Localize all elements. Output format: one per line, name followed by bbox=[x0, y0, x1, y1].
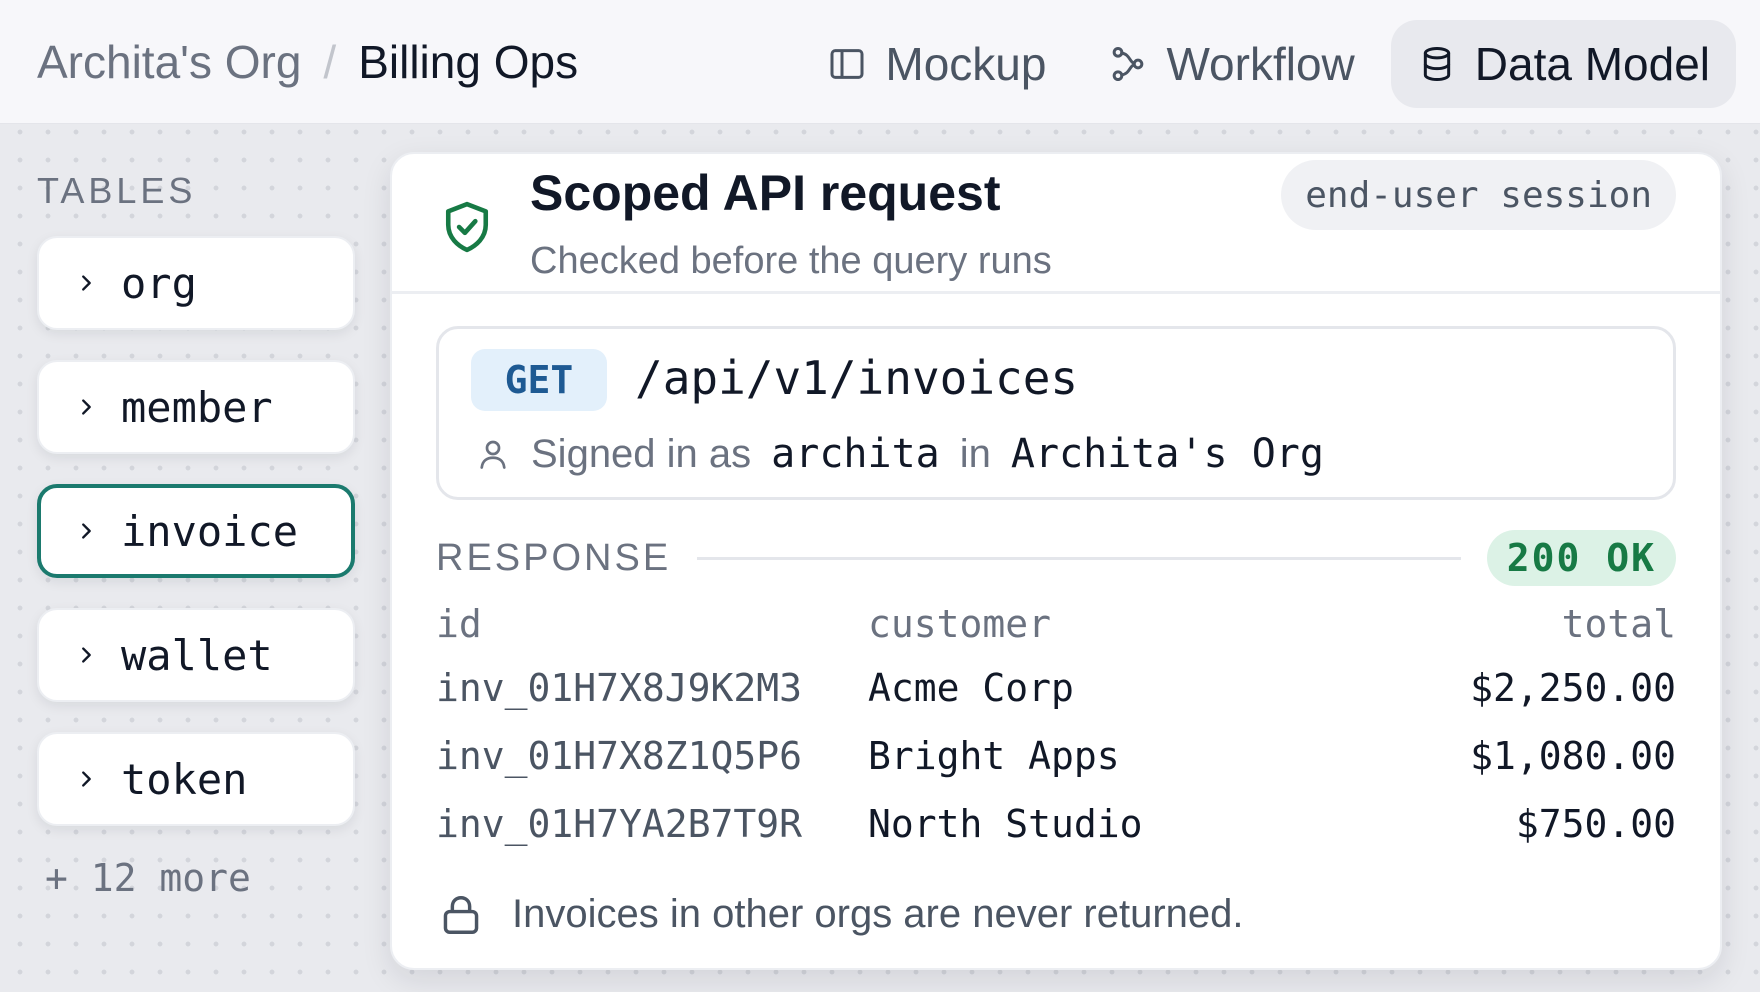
tables-heading: TABLES bbox=[37, 170, 197, 211]
divider bbox=[697, 556, 1461, 560]
table-row: inv_01H7YA2B7T9R North Studio $750.00 bbox=[436, 794, 1676, 862]
chevron-right-icon bbox=[82, 275, 91, 291]
table-item-label: wallet bbox=[121, 630, 273, 680]
response-table: id customer total inv_01H7X8J9K2M3 Acme … bbox=[436, 602, 1676, 862]
signed-in-org: Archita's Org bbox=[1010, 431, 1324, 477]
table-item-wallet[interactable]: wallet bbox=[37, 608, 355, 702]
signed-in-user: archita bbox=[771, 431, 940, 477]
cell-total: $2,250.00 bbox=[1470, 666, 1676, 710]
breadcrumb-separator: / bbox=[323, 36, 337, 88]
tab-data-model[interactable]: Data Model bbox=[1390, 20, 1736, 108]
column-header-id: id bbox=[436, 602, 482, 646]
tab-data-model-label: Data Model bbox=[1474, 38, 1710, 90]
view-tabs: Mockup Workflow Data Model bbox=[801, 20, 1736, 108]
isolation-note: Invoices in other orgs are never returne… bbox=[442, 892, 1244, 937]
cell-id: inv_01H7X8Z1Q5P6 bbox=[436, 734, 803, 778]
status-badge: 200 OK bbox=[1486, 530, 1676, 586]
column-header-customer: customer bbox=[868, 602, 1052, 646]
scoped-request-card: Scoped API request Checked before the qu… bbox=[390, 152, 1722, 970]
table-item-label: org bbox=[121, 258, 197, 308]
request-box: GET /api/v1/invoices Signed in as archit… bbox=[436, 326, 1676, 500]
cell-customer: North Studio bbox=[868, 802, 1143, 846]
table-row: inv_01H7X8Z1Q5P6 Bright Apps $1,080.00 bbox=[436, 726, 1676, 794]
tab-mockup-label: Mockup bbox=[885, 38, 1047, 90]
lock-icon bbox=[443, 895, 479, 934]
cell-id: inv_01H7X8J9K2M3 bbox=[436, 666, 803, 710]
panel-icon bbox=[830, 49, 864, 79]
breadcrumb-org[interactable]: Archita's Org bbox=[37, 35, 301, 89]
database-icon bbox=[1423, 47, 1450, 82]
user-icon bbox=[480, 440, 506, 469]
table-item-label: token bbox=[121, 754, 248, 804]
workflow-icon bbox=[1113, 47, 1144, 82]
chevron-right-icon bbox=[82, 523, 91, 539]
response-header: RESPONSE 200 OK bbox=[436, 530, 1676, 586]
card-subtitle: Checked before the query runs bbox=[530, 240, 1052, 282]
card-header: Scoped API request Checked before the qu… bbox=[392, 154, 1720, 294]
request-path: /api/v1/invoices bbox=[635, 351, 1079, 405]
shield-check-icon bbox=[445, 201, 489, 253]
signed-in-prefix: Signed in as bbox=[531, 431, 752, 476]
chevron-right-icon bbox=[82, 647, 91, 663]
breadcrumb: Archita's Org / Billing Ops bbox=[37, 0, 578, 124]
cell-id: inv_01H7YA2B7T9R bbox=[436, 802, 803, 846]
tables-sidebar: TABLES org member invoice wallet token +… bbox=[37, 170, 357, 900]
tab-workflow[interactable]: Workflow bbox=[1082, 20, 1380, 108]
signed-in-line: Signed in as archita in Archita's Org bbox=[475, 431, 1344, 477]
table-item-token[interactable]: token bbox=[37, 732, 355, 826]
table-item-member[interactable]: member bbox=[37, 360, 355, 454]
table-item-invoice[interactable]: invoice bbox=[37, 484, 355, 578]
table-header-row: id customer total bbox=[436, 602, 1676, 658]
breadcrumb-project[interactable]: Billing Ops bbox=[358, 35, 578, 89]
isolation-note-text: Invoices in other orgs are never returne… bbox=[512, 892, 1244, 936]
table-item-label: invoice bbox=[121, 506, 299, 556]
column-header-total: total bbox=[1561, 602, 1676, 646]
cell-customer: Bright Apps bbox=[868, 734, 1120, 778]
table-row: inv_01H7X8J9K2M3 Acme Corp $2,250.00 bbox=[436, 658, 1676, 726]
table-item-org[interactable]: org bbox=[37, 236, 355, 330]
top-bar: Archita's Org / Billing Ops Mockup Workf… bbox=[0, 0, 1760, 124]
chevron-right-icon bbox=[82, 771, 91, 787]
http-method-badge: GET bbox=[471, 349, 607, 411]
session-badge: end-user session bbox=[1281, 160, 1676, 230]
cell-total: $750.00 bbox=[1515, 802, 1676, 846]
card-title: Scoped API request bbox=[530, 165, 1001, 221]
response-label: RESPONSE bbox=[436, 536, 672, 579]
tab-mockup[interactable]: Mockup bbox=[801, 20, 1072, 108]
cell-total: $1,080.00 bbox=[1470, 734, 1676, 778]
signed-in-in: in bbox=[959, 431, 991, 476]
table-item-label: member bbox=[121, 382, 273, 432]
more-tables-link[interactable]: + 12 more bbox=[37, 856, 357, 900]
tab-workflow-label: Workflow bbox=[1166, 38, 1355, 90]
chevron-right-icon bbox=[82, 399, 91, 415]
cell-customer: Acme Corp bbox=[868, 666, 1074, 710]
